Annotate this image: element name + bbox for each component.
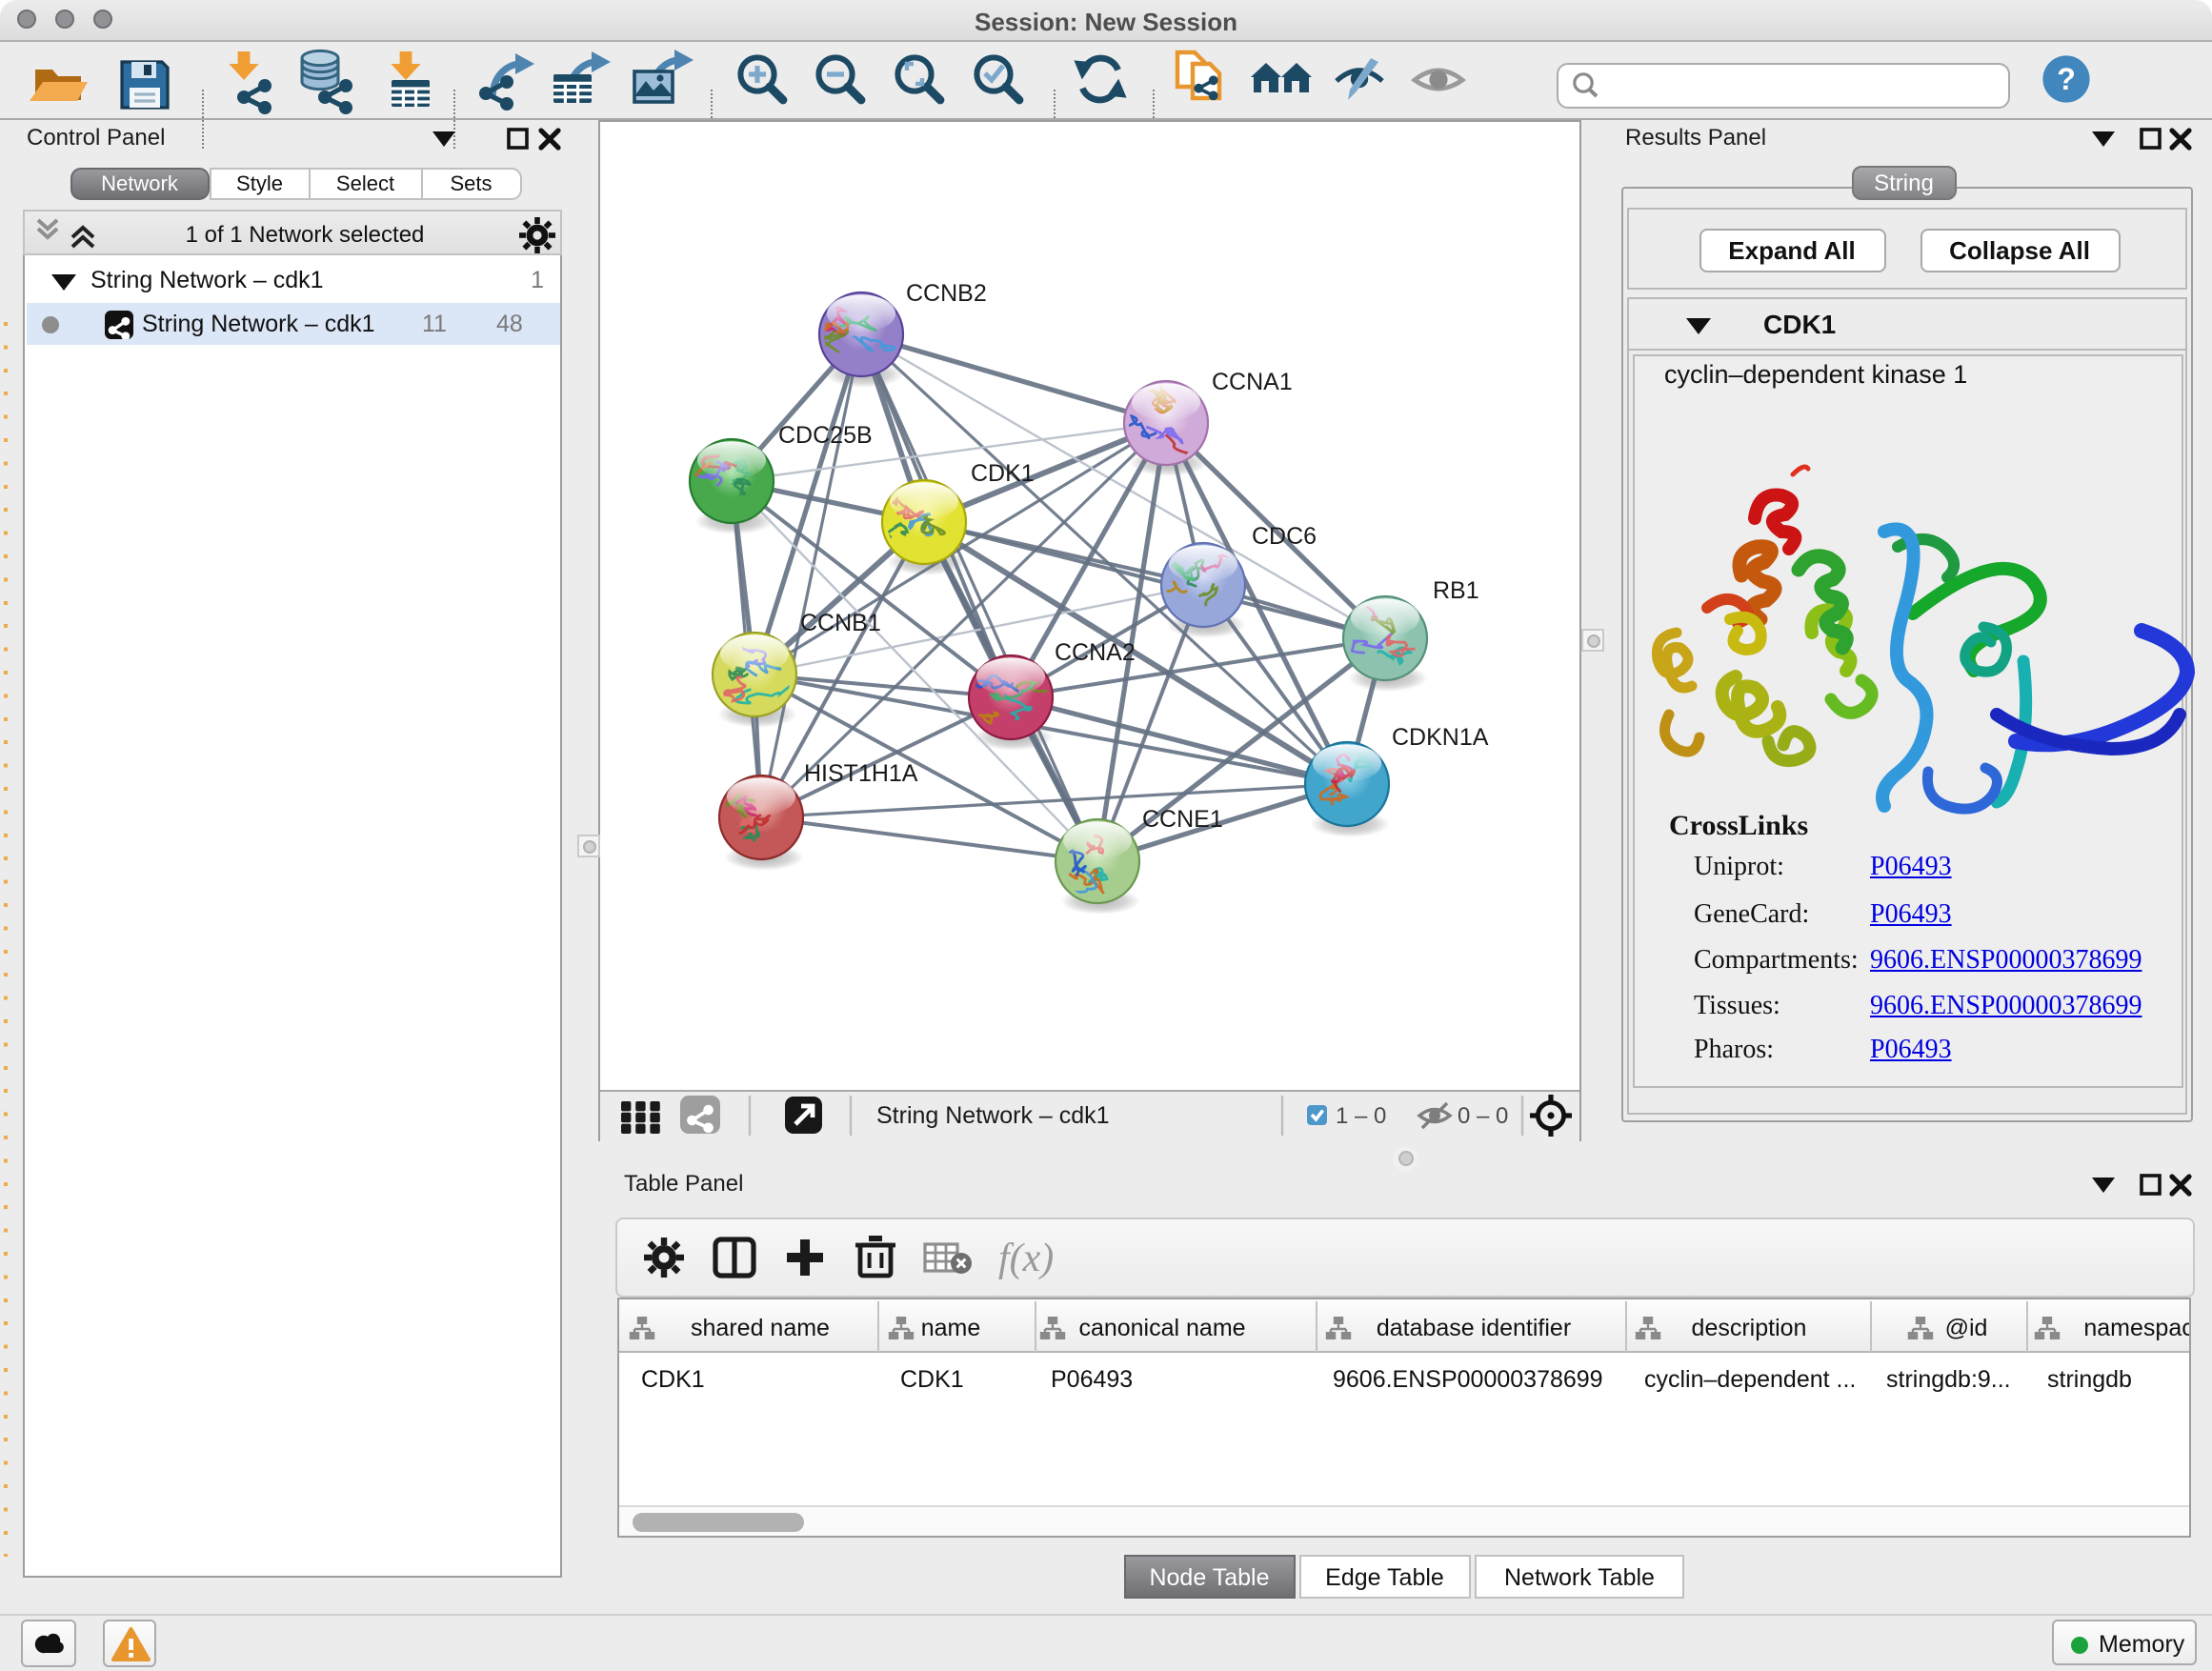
svg-text:name: name — [921, 1314, 981, 1340]
svg-text:namespace: namespace — [2083, 1314, 2189, 1340]
svg-text:CCNB1: CCNB1 — [799, 610, 880, 636]
svg-text:RB1: RB1 — [1432, 577, 1478, 604]
svg-text:CCNE1: CCNE1 — [1141, 806, 1222, 833]
svg-text:description: description — [1692, 1314, 1807, 1340]
svg-text:HIST1H1A: HIST1H1A — [803, 760, 917, 787]
svg-text:String Network – cdk1: String Network – cdk1 — [875, 1102, 1109, 1129]
svg-text:@id: @id — [1945, 1314, 1988, 1340]
svg-text:0 – 0: 0 – 0 — [1457, 1103, 1507, 1129]
svg-text:CDC6: CDC6 — [1251, 523, 1316, 550]
svg-text:CCNA1: CCNA1 — [1211, 369, 1292, 395]
svg-text:1 – 0: 1 – 0 — [1335, 1103, 1385, 1129]
svg-text:?: ? — [2057, 62, 2076, 96]
svg-text:database identifier: database identifier — [1377, 1314, 1571, 1340]
svg-text:CCNA2: CCNA2 — [1054, 639, 1135, 666]
svg-text:canonical name: canonical name — [1078, 1314, 1245, 1340]
svg-text:CDKN1A: CDKN1A — [1391, 724, 1488, 751]
svg-text:f(x): f(x) — [997, 1236, 1053, 1279]
svg-text:CCNB2: CCNB2 — [905, 280, 986, 307]
svg-text:CDK1: CDK1 — [970, 460, 1034, 487]
svg-text:shared name: shared name — [691, 1314, 830, 1340]
svg-text:CDC25B: CDC25B — [777, 422, 872, 449]
